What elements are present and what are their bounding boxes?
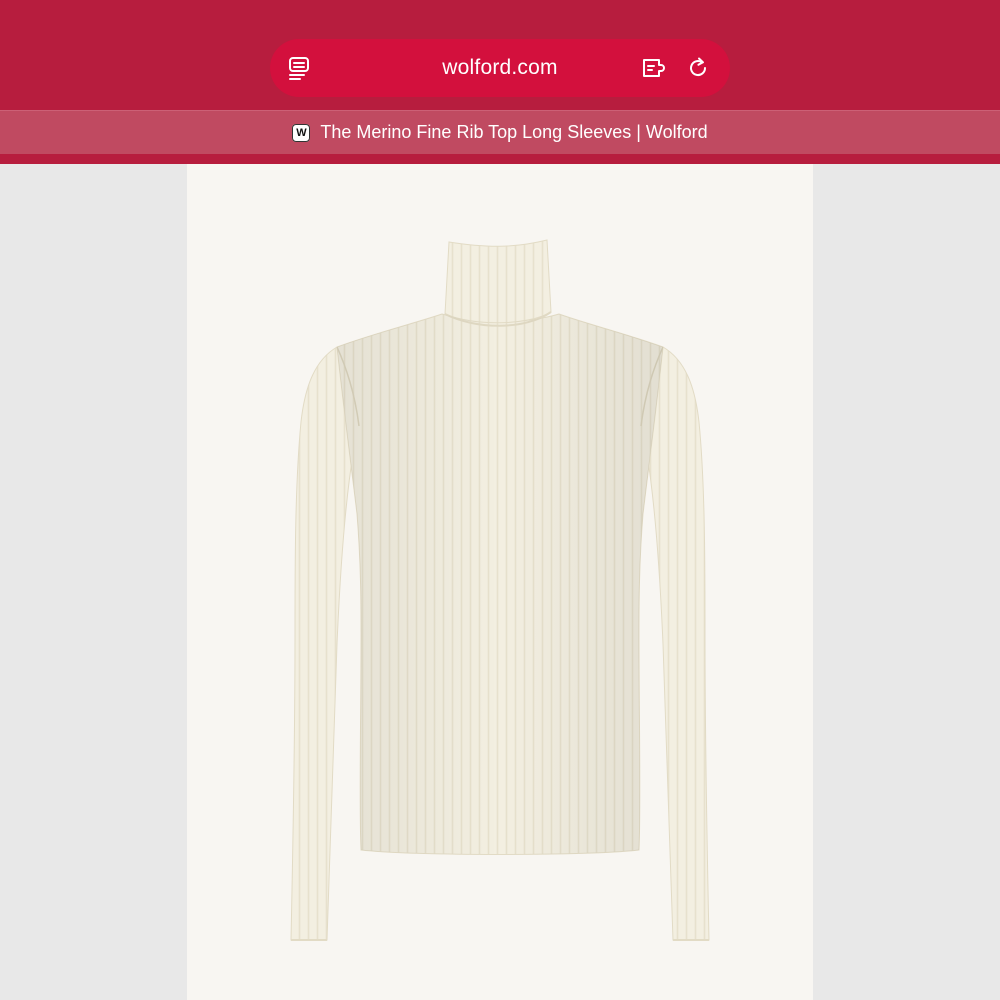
tab-strip: W The Merino Fine Rib Top Long Sleeves |… xyxy=(0,110,1000,154)
tab-title: The Merino Fine Rib Top Long Sleeves | W… xyxy=(320,122,708,142)
address-bar[interactable]: wolford.com xyxy=(270,39,730,97)
toolbar-divider xyxy=(0,154,1000,164)
turtleneck-garment xyxy=(290,239,710,941)
browser-toolbar: wolford.com xyxy=(0,0,1000,110)
product-image[interactable] xyxy=(187,164,813,1000)
active-tab[interactable]: W The Merino Fine Rib Top Long Sleeves |… xyxy=(0,111,1000,154)
wolford-favicon-icon: W xyxy=(292,123,311,142)
page-content xyxy=(0,164,1000,1000)
reload-icon[interactable] xyxy=(683,53,713,83)
extensions-icon[interactable] xyxy=(640,53,670,83)
